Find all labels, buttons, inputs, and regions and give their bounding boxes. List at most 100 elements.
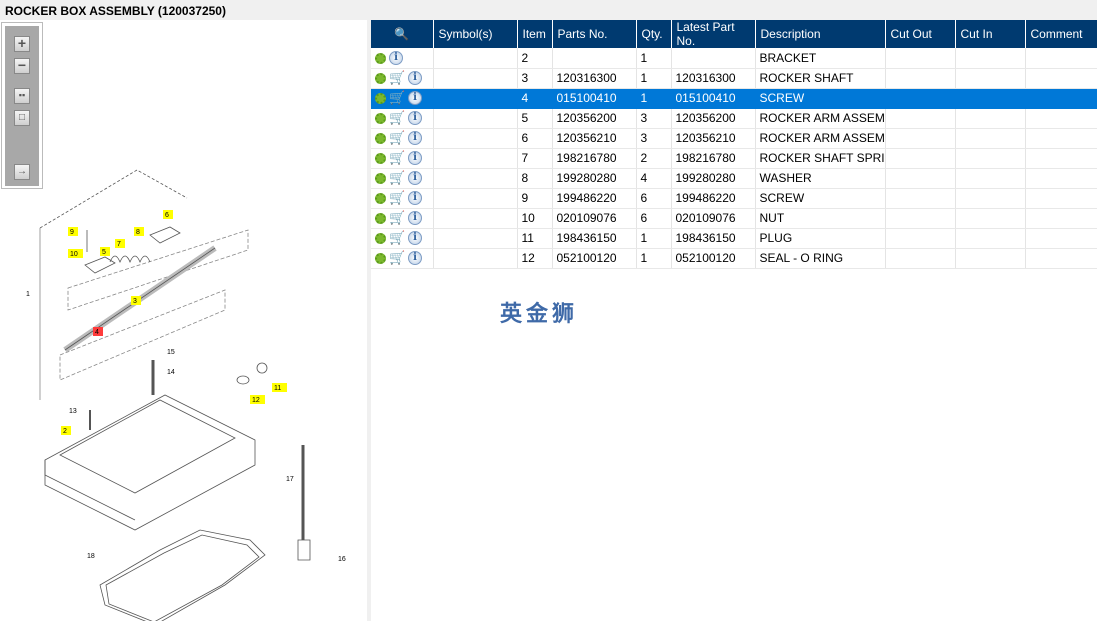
callout-label[interactable]: 9 [70, 229, 74, 236]
column-header-description[interactable]: Description [755, 20, 886, 48]
table-row[interactable]: 🛒 i 11 198436150 1 198436150 PLUG [371, 228, 1097, 249]
info-icon[interactable]: i [408, 231, 422, 245]
gear-icon[interactable] [375, 52, 386, 64]
latest-part-no-cell: 120356200 [671, 108, 756, 129]
qty-cell: 1 [636, 228, 672, 249]
table-row[interactable]: 🛒 i 10 020109076 6 020109076 NUT [371, 208, 1097, 229]
column-header-cut-in[interactable]: Cut In [955, 20, 1026, 48]
callout-label[interactable]: 18 [87, 553, 95, 560]
cut-out-cell [885, 188, 956, 209]
gear-icon[interactable] [375, 152, 386, 164]
cart-icon[interactable]: 🛒 [389, 170, 405, 186]
info-icon[interactable]: i [408, 131, 422, 145]
table-row[interactable]: 🛒i71982167802198216780ROCKER SHAFT SPRIN… [371, 148, 1097, 169]
zoom-in-button[interactable]: + [14, 36, 30, 52]
column-header-qty[interactable]: Qty. [636, 20, 672, 48]
column-header-item[interactable]: Item [517, 20, 553, 48]
description-cell: ROCKER ARM ASSEMBLY [755, 128, 886, 149]
gear-icon[interactable] [375, 232, 386, 244]
exploded-diagram[interactable]: 910 5786134151412111321718 16 [0, 20, 367, 621]
cut-in-cell [955, 168, 1026, 189]
parts-table: 🔍 Symbol(s) Item Parts No. Qty. Latest Part … [371, 20, 1097, 269]
qty-cell: 6 [636, 188, 672, 209]
export-icon[interactable]: → [14, 164, 30, 180]
fit-view-button[interactable]: ▪▪ [14, 88, 30, 104]
info-icon[interactable]: i [408, 111, 422, 125]
cart-icon[interactable]: 🛒 [389, 210, 405, 226]
table-row[interactable]: 🛒i51203562003120356200ROCKER ARM ASSEMBL… [371, 108, 1097, 129]
table-row[interactable]: i 2 1 BRACKET [371, 48, 1097, 69]
column-header-cut-out[interactable]: Cut Out [885, 20, 956, 48]
callout-label[interactable]: 4 [95, 329, 99, 336]
comment-cell [1025, 168, 1097, 189]
zoom-out-button[interactable]: − [14, 58, 30, 74]
info-icon[interactable]: i [408, 191, 422, 205]
cut-out-cell [885, 128, 956, 149]
gear-icon[interactable] [375, 92, 386, 104]
callout-label[interactable]: 6 [165, 212, 169, 219]
callout-label[interactable]: 11 [274, 385, 281, 392]
table-row[interactable]: 🛒i61203562103120356210ROCKER ARM ASSEMBL… [371, 128, 1097, 149]
cart-icon[interactable]: 🛒 [389, 130, 405, 146]
parts-no-cell: 199486220 [552, 188, 637, 209]
callout-label[interactable]: 5 [102, 249, 106, 256]
cart-icon[interactable]: 🛒 [389, 150, 405, 166]
column-header-latest-part-no[interactable]: Latest Part No. [671, 20, 756, 48]
cart-icon[interactable]: 🛒 [389, 250, 405, 266]
search-column-header[interactable]: 🔍 [371, 20, 434, 48]
info-icon[interactable]: i [408, 211, 422, 225]
cart-icon[interactable]: 🛒 [389, 70, 405, 86]
row-actions: 🛒 i [371, 188, 434, 209]
qty-cell: 1 [636, 88, 672, 109]
info-icon[interactable]: i [408, 91, 422, 105]
info-icon[interactable]: i [389, 51, 403, 66]
callout-label[interactable]: 1 [26, 291, 30, 298]
cart-icon[interactable]: 🛒 [389, 190, 405, 206]
callout-label[interactable]: 2 [63, 428, 67, 435]
description-cell: BRACKET [755, 48, 886, 69]
cut-in-cell [955, 248, 1026, 269]
callout-label[interactable]: 14 [167, 369, 175, 376]
parts-no-cell: 120316300 [552, 68, 637, 89]
column-header-parts-no[interactable]: Parts No. [552, 20, 637, 48]
callout-label[interactable]: 8 [136, 229, 140, 236]
gear-icon[interactable] [375, 252, 386, 264]
gear-icon[interactable] [375, 192, 386, 204]
callout-label[interactable]: 15 [167, 349, 175, 356]
table-row[interactable]: 🛒 i 3 120316300 1 120316300 ROCKER SHAFT [371, 68, 1097, 89]
table-row[interactable]: 🛒 i 12 052100120 1 052100120 SEAL - O RING [371, 248, 1097, 269]
callout-label[interactable]: 16 [338, 556, 346, 563]
row-actions: 🛒 i [371, 108, 434, 129]
info-icon[interactable]: i [408, 251, 422, 265]
parts-no-cell: 198436150 [552, 228, 637, 249]
info-icon[interactable]: i [408, 171, 422, 185]
row-actions: 🛒 i [371, 68, 434, 89]
column-header-symbols[interactable]: Symbol(s) [433, 20, 518, 48]
reset-view-button[interactable]: □ [14, 110, 30, 126]
table-row[interactable]: 🛒 i 8 199280280 4 199280280 WASHER [371, 168, 1097, 189]
cart-icon[interactable]: 🛒 [389, 90, 405, 106]
latest-part-no-cell: 198436150 [671, 228, 756, 249]
callout-label[interactable]: 17 [286, 476, 294, 483]
gear-icon[interactable] [375, 132, 386, 144]
gear-icon[interactable] [375, 212, 386, 224]
callout-label[interactable]: 13 [69, 408, 77, 415]
info-icon[interactable]: i [408, 151, 422, 165]
callout-label[interactable]: 10 [70, 251, 78, 258]
table-row[interactable]: 🛒 i 9 199486220 6 199486220 SCREW [371, 188, 1097, 209]
cut-out-cell [885, 48, 956, 69]
info-icon[interactable]: i [408, 71, 422, 85]
callout-label[interactable]: 3 [133, 298, 137, 305]
gear-icon[interactable] [375, 72, 386, 84]
diagram-pane[interactable]: 9 10 5 7 8 6 1 3 4 15 14 12 11 13 2 17 18 16 + − ▪▪ □ → [0, 20, 367, 621]
callout-label[interactable]: 12 [252, 397, 260, 404]
row-actions: 🛒 i [371, 228, 434, 249]
item-cell: 7 [517, 148, 553, 169]
cart-icon[interactable]: 🛒 [389, 230, 405, 246]
column-header-comment[interactable]: Comment [1025, 20, 1097, 48]
callout-label[interactable]: 7 [117, 241, 121, 248]
table-row[interactable]: 🛒 i 4 015100410 1 015100410 SCREW [371, 88, 1097, 109]
cart-icon[interactable]: 🛒 [389, 110, 405, 126]
gear-icon[interactable] [375, 172, 386, 184]
gear-icon[interactable] [375, 112, 386, 124]
